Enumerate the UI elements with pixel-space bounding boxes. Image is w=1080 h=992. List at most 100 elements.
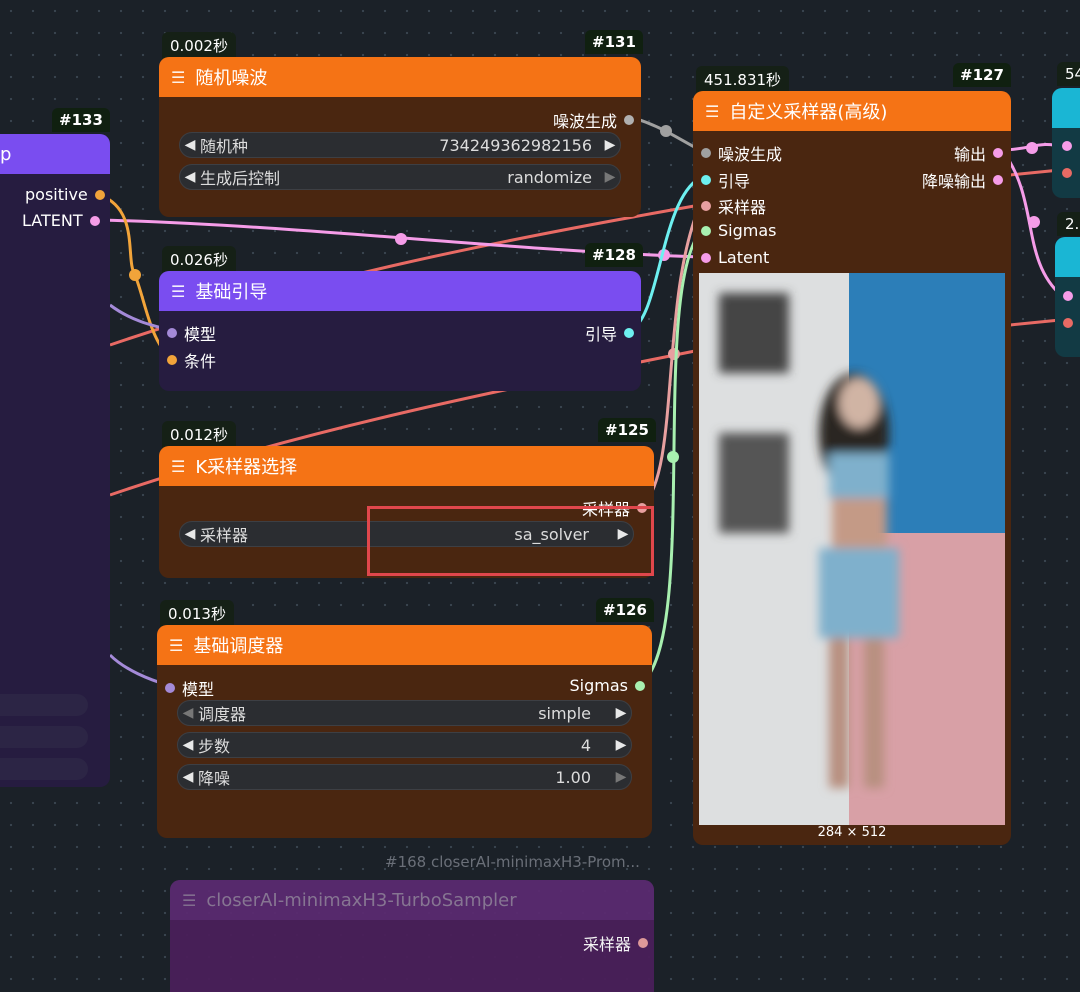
noise-output[interactable]: 噪波生成 [553, 108, 634, 132]
right-node-1-input-2[interactable] [1062, 168, 1072, 178]
increment-arrow-icon[interactable]: ▶ [611, 737, 631, 753]
minimax-output-label: 采样器 [582, 935, 631, 954]
guider-input-model[interactable]: 模型 [167, 321, 216, 345]
decrement-arrow-icon[interactable]: ◀ [178, 705, 198, 721]
guider-input-model-label: 模型 [184, 325, 217, 344]
scheduler-widget[interactable]: ◀ 调度器 simple ▶ [177, 700, 632, 726]
right-node-1[interactable] [1052, 88, 1080, 198]
node-basic-guider-title: 基础引导 [195, 282, 268, 303]
menu-icon[interactable]: ☰ [182, 891, 196, 910]
node-133[interactable]: p [0, 134, 110, 787]
scheduler-input-model-label: 模型 [182, 680, 215, 699]
scheduler-id: #126 [596, 598, 654, 622]
custom-input-noise-label: 噪波生成 [718, 145, 783, 164]
control-after-generate-value[interactable]: randomize [280, 168, 600, 187]
node-basic-guider[interactable]: ☰ 基础引导 模型 条件 引导 [159, 271, 641, 391]
node-basic-scheduler[interactable]: ☰ 基础调度器 模型 Sigmas ◀ 调度器 simple ▶ ◀ 步数 4 … [157, 625, 652, 838]
custom-input-guider[interactable]: 引导 [701, 168, 750, 192]
node-133-output-latent[interactable]: LATENT [22, 211, 100, 230]
scheduler-output-sigmas[interactable]: Sigmas [570, 676, 645, 695]
decrement-arrow-icon[interactable]: ◀ [178, 737, 198, 753]
output-label-latent: LATENT [22, 211, 83, 230]
increment-arrow-icon[interactable]: ▶ [611, 705, 631, 721]
custom-sampler-timing: 451.831秒 [696, 66, 790, 93]
minimax-output-sampler[interactable]: 采样器 [583, 931, 648, 955]
decrement-arrow-icon[interactable]: ◀ [180, 526, 200, 542]
steps-value[interactable]: 4 [230, 736, 611, 755]
scheduler-output-label: Sigmas [569, 676, 628, 695]
node-random-noise-title: 随机噪波 [195, 68, 268, 89]
custom-input-noise[interactable]: 噪波生成 [701, 141, 782, 165]
noise-timing: 0.002秒 [162, 32, 236, 59]
guider-output[interactable]: 引导 [585, 321, 634, 345]
right-node-2-input-2[interactable] [1063, 318, 1073, 328]
decrement-arrow-icon[interactable]: ◀ [180, 137, 200, 153]
denoise-widget[interactable]: ◀ 降噪 1.00 ▶ [177, 764, 632, 790]
seed-widget[interactable]: ◀ 随机种 734249362982156 ▶ [179, 132, 621, 158]
decrement-arrow-icon[interactable]: ◀ [180, 169, 200, 185]
right-node-2[interactable] [1055, 237, 1080, 357]
custom-input-guider-label: 引导 [718, 172, 751, 191]
menu-icon[interactable]: ☰ [171, 282, 185, 301]
menu-icon[interactable]: ☰ [169, 636, 183, 655]
scheduler-timing: 0.013秒 [160, 600, 234, 627]
menu-icon[interactable]: ☰ [171, 457, 185, 476]
seed-value[interactable]: 734249362982156 [248, 136, 600, 155]
guider-timing: 0.026秒 [162, 246, 236, 273]
node-random-noise-header[interactable]: ☰ 随机噪波 [159, 57, 641, 97]
right-node-1-input-1[interactable] [1062, 141, 1072, 151]
node-ksampler-select-header[interactable]: ☰ K采样器选择 [159, 446, 654, 486]
custom-input-latent-label: Latent [718, 248, 770, 267]
custom-sampler-id: #127 [953, 63, 1011, 87]
denoise-value[interactable]: 1.00 [230, 768, 611, 787]
node-basic-guider-header[interactable]: ☰ 基础引导 [159, 271, 641, 311]
custom-input-sigmas-label: Sigmas [718, 221, 777, 240]
custom-output[interactable]: 输出 [954, 141, 1003, 165]
decrement-arrow-icon[interactable]: ◀ [178, 769, 198, 785]
increment-arrow-icon[interactable]: ▶ [600, 137, 620, 153]
node-minimax-turbo-sampler[interactable]: ☰ closerAI-minimaxH3-TurboSampler 采样器 [170, 880, 654, 992]
node-133-output-positive[interactable]: positive [25, 185, 105, 204]
guider-output-label: 引导 [584, 325, 617, 344]
node-133-title: p [0, 143, 12, 165]
guider-input-conditioning[interactable]: 条件 [167, 348, 216, 372]
node-basic-scheduler-header[interactable]: ☰ 基础调度器 [157, 625, 652, 665]
increment-arrow-icon[interactable]: ▶ [600, 169, 620, 185]
ksampler-timing: 0.012秒 [162, 421, 236, 448]
steps-widget[interactable]: ◀ 步数 4 ▶ [177, 732, 632, 758]
custom-input-sigmas[interactable]: Sigmas [701, 221, 776, 240]
custom-output-denoised[interactable]: 降噪输出 [922, 168, 1003, 192]
node-133-widget-1[interactable] [0, 694, 88, 716]
right-node-2-timing: 2. [1057, 212, 1080, 236]
noise-output-label: 噪波生成 [552, 112, 617, 131]
seed-label: 随机种 [200, 137, 249, 156]
custom-input-sampler-label: 采样器 [718, 198, 767, 217]
node-basic-scheduler-title: 基础调度器 [193, 636, 284, 657]
increment-arrow-icon[interactable]: ▶ [611, 769, 631, 785]
node-133-id: #133 [52, 108, 110, 132]
node-random-noise[interactable]: ☰ 随机噪波 噪波生成 ◀ 随机种 734249362982156 ▶ ◀ 生成… [159, 57, 641, 217]
node-minimax-header[interactable]: ☰ closerAI-minimaxH3-TurboSampler [170, 880, 654, 920]
node-133-widget-2[interactable] [0, 726, 88, 748]
custom-input-sampler[interactable]: 采样器 [701, 194, 766, 218]
node-ksampler-select-title: K采样器选择 [195, 457, 298, 478]
menu-icon[interactable]: ☰ [171, 68, 185, 87]
output-image-preview[interactable] [699, 273, 1005, 825]
guider-id: #128 [585, 243, 643, 267]
menu-icon[interactable]: ☰ [705, 102, 719, 121]
node-custom-sampler-advanced[interactable]: ☰ 自定义采样器(高级) 噪波生成 引导 采样器 Sigmas Latent 输… [693, 91, 1011, 845]
scheduler-value[interactable]: simple [246, 704, 611, 723]
scheduler-input-model[interactable]: 模型 [165, 676, 214, 700]
right-node-1-timing: 54 [1057, 62, 1080, 86]
wire-red-4 [1009, 318, 1061, 327]
steps-label: 步数 [198, 737, 231, 756]
image-size-label: 284 × 512 [817, 825, 887, 840]
node-custom-sampler-header[interactable]: ☰ 自定义采样器(高级) [693, 91, 1011, 131]
node-graph-canvas[interactable]: p #133 positive LATENT 0.002秒 #131 ☰ 随机噪… [0, 0, 1080, 992]
preview-image-illustration [699, 273, 1005, 825]
control-after-generate-widget[interactable]: ◀ 生成后控制 randomize ▶ [179, 164, 621, 190]
node-133-widget-3[interactable] [0, 758, 88, 780]
highlight-box [367, 506, 654, 576]
custom-input-latent[interactable]: Latent [701, 248, 769, 267]
right-node-2-input-1[interactable] [1063, 291, 1073, 301]
